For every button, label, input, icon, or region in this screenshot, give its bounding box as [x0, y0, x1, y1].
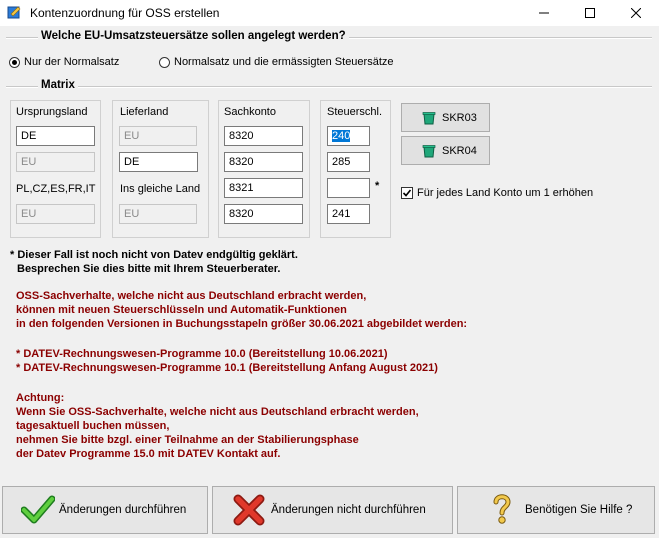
header-steuerschl: Steuerschl.	[327, 106, 383, 118]
maximize-icon	[585, 8, 595, 18]
info-p3-line-4: nehmen Sie bitte bzgl. einer Teilnahme a…	[16, 434, 359, 446]
close-button[interactable]	[613, 0, 659, 26]
apply-changes-button[interactable]: Änderungen durchführen	[2, 486, 208, 534]
sachkonto-input-4[interactable]: 8320	[224, 204, 303, 224]
question-figure-icon	[493, 494, 511, 524]
maximize-button[interactable]	[567, 0, 613, 26]
steuerschl-input-4[interactable]: 241	[327, 204, 370, 224]
radio-normalsatz[interactable]	[9, 57, 20, 68]
checkmark-small-icon	[402, 189, 412, 197]
info-p3-line-1: Achtung:	[16, 392, 65, 404]
info-p3-line-5: der Datev Programme 15.0 mit DATEV Konta…	[16, 448, 281, 460]
info-p2-line-1: * DATEV-Rechnungswesen-Programme 10.0 (B…	[16, 348, 388, 360]
sachkonto-input-2[interactable]: 8320	[224, 152, 303, 172]
header-sachkonto: Sachkonto	[224, 106, 276, 118]
asterisk-marker: *	[375, 180, 380, 192]
ursprungsland-label-3: PL,CZ,ES,FR,IT	[16, 183, 96, 195]
sachkonto-input-3[interactable]: 8321	[224, 178, 303, 198]
lieferland-input-2[interactable]: DE	[119, 152, 198, 172]
info-p1-line-1: OSS-Sachverhalte, welche nicht aus Deuts…	[16, 290, 367, 302]
minimize-icon	[539, 12, 549, 14]
info-p1-line-3: in den folgenden Versionen in Buchungsst…	[16, 318, 468, 330]
help-label: Benötigen Sie Hilfe ?	[525, 504, 633, 516]
konto-erhoehen-label[interactable]: Für jedes Land Konto um 1 erhöhen	[417, 187, 593, 199]
question-legend: Welche EU-Umsatzsteuersätze sollen angel…	[38, 30, 349, 42]
radio-ermaessigt-label[interactable]: Normalsatz und die ermässigten Steuersät…	[174, 56, 394, 68]
bucket-icon	[422, 144, 436, 157]
ursprungsland-input-4: EU	[16, 204, 95, 224]
lieferland-label-3: Ins gleiche Land	[120, 183, 201, 195]
skr03-button[interactable]: SKR03	[401, 103, 490, 132]
discard-changes-label: Änderungen nicht durchführen	[271, 504, 426, 516]
info-p1-line-2: können mit neuen Steuerschlüsseln und Au…	[16, 304, 347, 316]
matrix-group-line	[6, 86, 652, 88]
close-icon	[631, 8, 641, 18]
ursprungsland-input-2: EU	[16, 152, 95, 172]
note-line-1: * Dieser Fall ist noch nicht von Datev e…	[10, 249, 298, 261]
steuerschl-selected-text: 240	[332, 130, 351, 142]
bucket-icon	[422, 111, 436, 124]
header-ursprungsland: Ursprungsland	[16, 106, 88, 118]
skr04-label: SKR04	[442, 144, 477, 157]
discard-changes-button[interactable]: Änderungen nicht durchführen	[212, 486, 453, 534]
header-lieferland: Lieferland	[120, 106, 169, 118]
help-button[interactable]: Benötigen Sie Hilfe ?	[457, 486, 655, 534]
info-p3-line-3: tagesaktuell buchen müssen,	[16, 420, 170, 432]
konto-erhoehen-checkbox[interactable]	[401, 187, 413, 199]
radio-normalsatz-label[interactable]: Nur der Normalsatz	[24, 56, 119, 68]
apply-changes-label: Änderungen durchführen	[59, 504, 187, 516]
steuerschl-input-1[interactable]: 240	[327, 126, 370, 146]
skr04-button[interactable]: SKR04	[401, 136, 490, 165]
steuerschl-input-3[interactable]	[327, 178, 370, 198]
ursprungsland-input-1[interactable]: DE	[16, 126, 95, 146]
window-title: Kontenzuordnung für OSS erstellen	[30, 6, 220, 20]
info-p3-line-2: Wenn Sie OSS-Sachverhalte, welche nicht …	[16, 406, 419, 418]
title-bar: Kontenzuordnung für OSS erstellen	[0, 0, 659, 26]
sachkonto-input-1[interactable]: 8320	[224, 126, 303, 146]
minimize-button[interactable]	[521, 0, 567, 26]
radio-ermaessigt[interactable]	[159, 57, 170, 68]
cross-icon	[233, 494, 265, 526]
steuerschl-input-2[interactable]: 285	[327, 152, 370, 172]
checkmark-icon	[21, 495, 55, 524]
matrix-legend: Matrix	[38, 79, 78, 91]
skr03-label: SKR03	[442, 111, 477, 124]
lieferland-input-4: EU	[119, 204, 197, 224]
info-p2-line-2: * DATEV-Rechnungswesen-Programme 10.1 (B…	[16, 362, 438, 374]
app-icon	[7, 6, 21, 19]
lieferland-input-1: EU	[119, 126, 197, 146]
note-line-2: Besprechen Sie dies bitte mit Ihrem Steu…	[17, 263, 281, 275]
